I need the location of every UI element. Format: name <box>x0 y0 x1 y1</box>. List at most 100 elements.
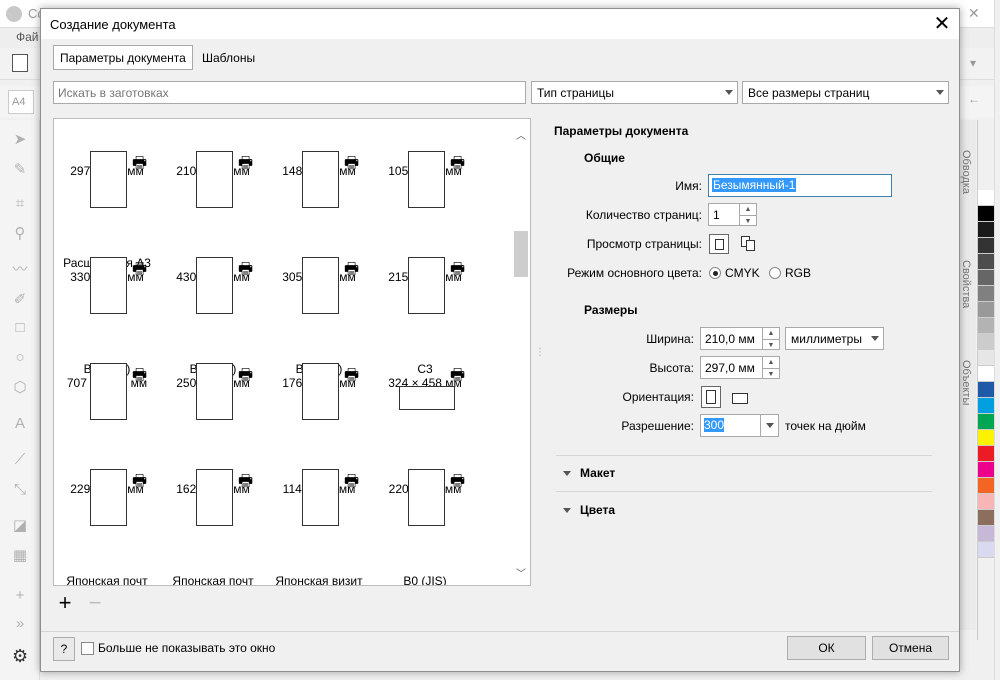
connector-tool-icon[interactable]: ⤡ <box>12 482 28 498</box>
palette-swatch[interactable] <box>978 190 995 206</box>
palette-swatch[interactable] <box>978 462 995 478</box>
cmyk-radio[interactable] <box>709 267 721 279</box>
pages-stepper[interactable]: 1 ▲ ▼ <box>708 203 757 226</box>
landscape-orientation-icon[interactable] <box>732 393 748 404</box>
palette-swatch[interactable] <box>978 318 995 334</box>
dialog-close-icon[interactable]: ✕ <box>931 13 953 35</box>
palette-swatch[interactable] <box>978 446 995 462</box>
propbar-back-icon[interactable]: ← <box>968 92 980 106</box>
stepper-up-icon[interactable]: ▲ <box>739 204 756 215</box>
stepper-down-icon[interactable]: ▼ <box>739 215 756 226</box>
splitter-handle-icon[interactable]: ⋮ <box>535 347 545 358</box>
document-name-input[interactable]: Безымянный-1 <box>708 174 892 197</box>
resolution-combobox[interactable]: 300 <box>700 414 779 437</box>
palette-swatch[interactable] <box>978 238 995 254</box>
stepper-up-icon[interactable]: ▲ <box>762 357 779 368</box>
crop-tool-icon[interactable]: ⌗ <box>12 196 28 212</box>
preset-item[interactable]: 🖶 Японская почт <box>160 469 266 586</box>
menu-file[interactable]: Фай <box>16 30 39 44</box>
height-stepper[interactable]: 297,0 мм ▲ ▼ <box>700 356 780 379</box>
scroll-down-icon[interactable]: ﹀ <box>515 565 527 580</box>
palette-swatch[interactable] <box>978 366 995 382</box>
portrait-orientation-icon[interactable] <box>701 386 721 408</box>
scroll-up-icon[interactable]: ︿ <box>515 127 527 142</box>
palette-swatch[interactable] <box>978 526 995 542</box>
stepper-down-icon[interactable]: ▼ <box>762 368 779 379</box>
palette-swatch[interactable] <box>978 398 995 414</box>
preset-item[interactable]: 🖶 Японская визит <box>266 469 372 585</box>
palette-swatch[interactable] <box>978 478 995 494</box>
palette-swatch[interactable] <box>978 206 995 222</box>
tab-document-parameters[interactable]: Параметры документа <box>53 45 193 70</box>
more-tools-icon[interactable]: » <box>12 616 28 632</box>
add-tool-icon[interactable]: + <box>12 588 28 604</box>
ok-button[interactable]: ОК <box>787 636 866 660</box>
page-size-field[interactable]: A4 <box>8 90 34 114</box>
docker-tab-stroke[interactable]: Обводка <box>960 150 972 194</box>
palette-swatch[interactable] <box>978 494 995 510</box>
preset-item[interactable]: 🖶 Японская почт <box>54 469 160 585</box>
page-type-dropdown[interactable]: Тип страницы <box>531 81 738 104</box>
transparency-tool-icon[interactable]: ▦ <box>12 548 28 564</box>
shadow-tool-icon[interactable]: ◪ <box>12 518 28 534</box>
docker-tab-properties[interactable]: Свойства <box>960 260 972 308</box>
polygon-tool-icon[interactable]: ⬡ <box>12 380 28 396</box>
units-dropdown[interactable]: миллиметры <box>785 327 884 350</box>
toolbar-overflow-icon[interactable]: ▾ <box>970 56 976 70</box>
palette-swatch[interactable] <box>978 302 995 318</box>
single-page-preview-icon[interactable] <box>709 234 729 254</box>
dont-show-label[interactable]: Больше не показывать это окно <box>98 641 275 655</box>
printer-icon: 🖶 <box>238 367 254 384</box>
resolution-value: 300 <box>704 418 725 432</box>
dimension-tool-icon[interactable]: ⟋ <box>12 452 28 468</box>
preset-list[interactable]: A3297 × 420 ммA4210 × 297 ммA5148 × 210 … <box>53 118 531 586</box>
preset-list-scrollbar[interactable]: ︿ ﹀ <box>512 119 530 585</box>
text-tool-icon[interactable]: A <box>12 416 28 432</box>
layout-section[interactable]: Макет <box>580 466 615 480</box>
facing-pages-preview-icon[interactable] <box>741 236 757 252</box>
add-preset-icon[interactable]: + <box>55 592 75 614</box>
ellipse-tool-icon[interactable]: ○ <box>12 350 28 366</box>
freehand-tool-icon[interactable]: 〰 <box>12 262 28 278</box>
zoom-tool-icon[interactable]: ⚲ <box>12 226 28 242</box>
collapse-triangle-icon[interactable] <box>563 471 571 476</box>
palette-swatch[interactable] <box>978 414 995 430</box>
palette-swatch[interactable] <box>978 350 995 366</box>
new-document-icon[interactable] <box>12 54 28 72</box>
artistic-media-icon[interactable]: ✐ <box>12 292 28 308</box>
preset-name: Японская почт <box>172 574 254 586</box>
collapse-triangle-icon[interactable] <box>563 508 571 513</box>
palette-swatch[interactable] <box>978 222 995 238</box>
dont-show-checkbox[interactable] <box>81 642 94 655</box>
palette-swatch[interactable] <box>978 430 995 446</box>
palette-swatch[interactable] <box>978 270 995 286</box>
stepper-down-icon[interactable]: ▼ <box>762 339 779 350</box>
docker-tab-objects[interactable]: Объекты <box>960 360 972 405</box>
preset-search-input[interactable] <box>53 81 526 104</box>
width-stepper[interactable]: 210,0 мм ▲ ▼ <box>700 327 780 350</box>
palette-swatch[interactable] <box>978 510 995 526</box>
shape-tool-icon[interactable]: ✎ <box>12 162 28 178</box>
colors-section[interactable]: Цвета <box>580 503 615 517</box>
palette-swatch[interactable] <box>978 334 995 350</box>
rgb-radio[interactable] <box>769 267 781 279</box>
page-thumbnail <box>408 257 445 314</box>
remove-preset-icon[interactable]: − <box>85 592 105 614</box>
dropdown-arrow-icon[interactable] <box>760 415 778 436</box>
page-sizes-dropdown[interactable]: Все размеры страниц <box>742 81 949 104</box>
settings-gear-icon[interactable]: ⚙ <box>12 647 28 665</box>
palette-swatch[interactable] <box>978 286 995 302</box>
pick-tool-icon[interactable]: ➤ <box>12 132 28 148</box>
scroll-thumb[interactable] <box>514 231 528 277</box>
help-button[interactable]: ? <box>53 637 75 661</box>
palette-swatch[interactable] <box>978 382 995 398</box>
palette-swatch[interactable] <box>978 542 995 558</box>
app-close-icon[interactable]: ✕ <box>968 5 980 22</box>
rectangle-tool-icon[interactable]: □ <box>12 320 28 336</box>
cancel-button[interactable]: Отмена <box>872 636 949 660</box>
stepper-up-icon[interactable]: ▲ <box>762 328 779 339</box>
tab-templates[interactable]: Шаблоны <box>195 45 262 70</box>
palette-swatch[interactable] <box>978 254 995 270</box>
app-logo-icon <box>6 6 22 22</box>
preset-item[interactable]: 🖶 B0 (JIS) <box>372 469 478 585</box>
